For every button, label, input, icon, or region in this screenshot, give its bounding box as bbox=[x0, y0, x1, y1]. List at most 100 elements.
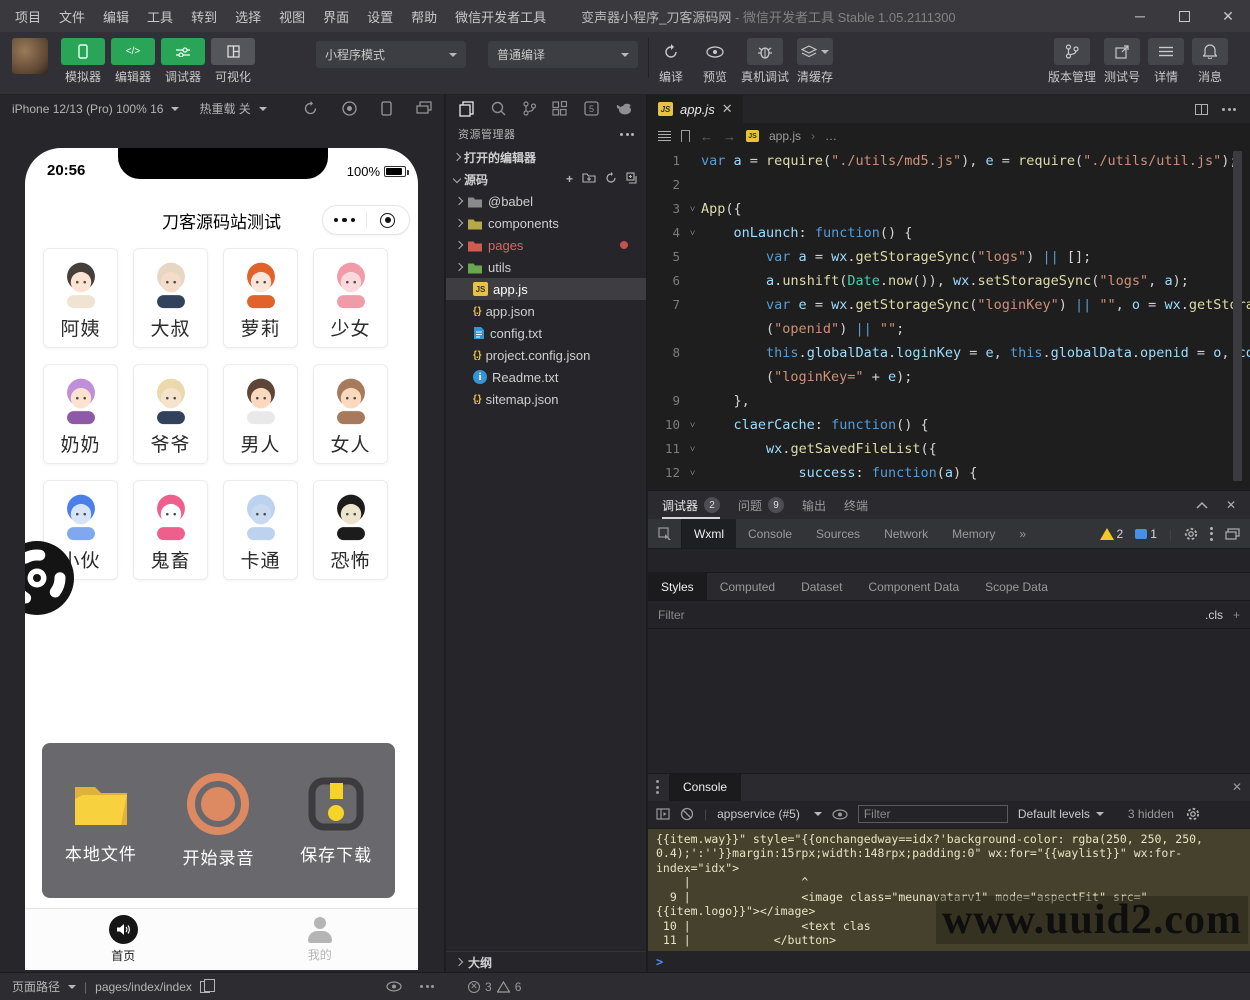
styles-tab-computed[interactable]: Computed bbox=[707, 573, 788, 600]
menu-item-3[interactable]: 工具 bbox=[138, 7, 182, 26]
console-output[interactable]: {{item.way}}" style="{{onchangedway==idx… bbox=[648, 828, 1250, 973]
voice-card-3[interactable]: 少女 bbox=[313, 248, 388, 348]
split-editor-icon[interactable] bbox=[1195, 103, 1208, 115]
voice-card-6[interactable]: 男人 bbox=[223, 364, 298, 464]
debug-tab-1[interactable]: 问题 9 bbox=[738, 491, 785, 519]
tree-item-readme-txt[interactable]: i Readme.txt bbox=[446, 366, 646, 388]
breadcrumb-file[interactable]: app.js bbox=[769, 129, 801, 143]
close-panel-icon[interactable]: ✕ bbox=[1226, 498, 1236, 512]
tree-item-config-txt[interactable]: config.txt bbox=[446, 322, 646, 344]
devtools-tab-memory[interactable]: Memory bbox=[940, 519, 1007, 548]
console-filter-input[interactable]: Filter bbox=[857, 805, 1008, 823]
more-tabs[interactable]: » bbox=[1007, 519, 1038, 548]
styles-tab-styles[interactable]: Styles bbox=[648, 573, 707, 600]
files-activity-icon[interactable] bbox=[459, 100, 474, 117]
warning-count[interactable]: 2 bbox=[1099, 527, 1123, 541]
console-prompt[interactable]: > bbox=[648, 951, 1250, 973]
voice-card-9[interactable]: 鬼畜 bbox=[133, 480, 208, 580]
extensions-activity-icon[interactable] bbox=[552, 101, 568, 116]
voice-card-2[interactable]: 萝莉 bbox=[223, 248, 298, 348]
console-settings-icon[interactable] bbox=[1186, 807, 1200, 821]
add-style-icon[interactable]: + bbox=[1233, 608, 1240, 622]
styles-tab-dataset[interactable]: Dataset bbox=[788, 573, 855, 600]
tree-item--babel[interactable]: @babel bbox=[446, 190, 646, 212]
source-section[interactable]: 源码 + bbox=[446, 168, 646, 190]
device-debug-button[interactable]: 真机调试 bbox=[741, 38, 789, 85]
preview-button[interactable]: 预览 bbox=[697, 38, 733, 85]
tree-item-app-json[interactable]: {.} app.json bbox=[446, 300, 646, 322]
dock-icon[interactable] bbox=[1225, 527, 1240, 540]
compile-button[interactable]: 编译 bbox=[653, 38, 689, 85]
s5-activity-icon[interactable]: 5 bbox=[584, 101, 599, 116]
voice-card-0[interactable]: 阿姨 bbox=[43, 248, 118, 348]
miniapp-tab-home[interactable]: 首页 bbox=[25, 909, 222, 970]
voice-card-11[interactable]: 恐怖 bbox=[313, 480, 388, 580]
breadcrumb-more[interactable]: … bbox=[825, 129, 837, 143]
clear-console-icon[interactable] bbox=[680, 807, 694, 821]
voice-card-7[interactable]: 女人 bbox=[313, 364, 388, 464]
tree-item-components[interactable]: components bbox=[446, 212, 646, 234]
hot-reload-toggle[interactable]: 热重载 关 bbox=[199, 100, 250, 117]
maximize-button[interactable] bbox=[1162, 0, 1206, 32]
console-eye-icon[interactable] bbox=[832, 808, 848, 820]
teapot-activity-icon[interactable] bbox=[616, 102, 633, 115]
close-drawer-icon[interactable]: ✕ bbox=[1232, 780, 1242, 794]
menu-item-10[interactable]: 微信开发者工具 bbox=[446, 7, 555, 26]
statusbar-more-icon[interactable] bbox=[420, 981, 434, 992]
devtools-tab-console[interactable]: Console bbox=[736, 519, 804, 548]
styles-tab-component-data[interactable]: Component Data bbox=[855, 573, 972, 600]
fold-icon[interactable]: ˅ bbox=[684, 221, 701, 245]
styles-tab-scope-data[interactable]: Scope Data bbox=[972, 573, 1061, 600]
statusbar-eye-icon[interactable] bbox=[386, 981, 402, 992]
menu-item-8[interactable]: 设置 bbox=[358, 7, 402, 26]
code-editor[interactable]: 1 var a = require("./utils/md5.js"), e = … bbox=[648, 149, 1250, 490]
mode-select[interactable]: 小程序模式 bbox=[316, 41, 466, 68]
forward-icon[interactable]: → bbox=[723, 129, 736, 144]
test-account-button[interactable]: 测试号 bbox=[1103, 38, 1140, 85]
editor-scrollbar[interactable] bbox=[1233, 151, 1242, 481]
action-local-files[interactable]: 本地文件 bbox=[65, 777, 137, 865]
details-button[interactable]: 详情 bbox=[1148, 38, 1184, 85]
styles-filter-input[interactable]: Filter bbox=[658, 608, 685, 622]
inspect-icon[interactable] bbox=[648, 519, 682, 548]
action-save-download[interactable]: 保存下载 bbox=[300, 776, 372, 866]
messages-button[interactable]: 消息 bbox=[1192, 38, 1228, 85]
console-sidebar-icon[interactable] bbox=[656, 808, 670, 820]
music-disc-icon[interactable] bbox=[25, 540, 75, 616]
debug-tab-2[interactable]: 输出 bbox=[802, 491, 826, 519]
miniapp-tab-mine[interactable]: 我的 bbox=[222, 909, 419, 970]
tree-item-pages[interactable]: pages bbox=[446, 234, 646, 256]
page-path-value[interactable]: pages/index/index bbox=[95, 980, 192, 994]
flag-count[interactable]: 1 bbox=[1135, 527, 1157, 541]
editor-button[interactable]: </> 编辑器 bbox=[111, 38, 155, 85]
simulator-button[interactable]: 模拟器 bbox=[61, 38, 105, 85]
menu-item-7[interactable]: 界面 bbox=[314, 7, 358, 26]
debug-tab-3[interactable]: 终端 bbox=[844, 491, 868, 519]
editor-more-icon[interactable] bbox=[1222, 107, 1236, 111]
new-file-icon[interactable]: + bbox=[566, 172, 573, 186]
close-miniapp-button[interactable] bbox=[367, 212, 410, 228]
menu-item-0[interactable]: 项目 bbox=[6, 7, 50, 26]
search-activity-icon[interactable] bbox=[491, 101, 506, 116]
user-avatar[interactable] bbox=[12, 38, 48, 74]
bookmark-icon[interactable] bbox=[681, 130, 690, 142]
close-button[interactable]: ✕ bbox=[1206, 0, 1250, 32]
fold-icon[interactable]: ˅ bbox=[684, 437, 701, 461]
open-editors-section[interactable]: 打开的编辑器 bbox=[446, 146, 646, 168]
menu-item-9[interactable]: 帮助 bbox=[402, 7, 446, 26]
tree-item-app-js[interactable]: JS app.js bbox=[446, 278, 646, 300]
action-start-record[interactable]: 开始录音 bbox=[182, 772, 254, 869]
device-select[interactable]: iPhone 12/13 (Pro) 100% 16 bbox=[12, 102, 163, 116]
close-tab-icon[interactable]: ✕ bbox=[722, 101, 733, 117]
voice-card-4[interactable]: 奶奶 bbox=[43, 364, 118, 464]
fold-icon[interactable]: ˅ bbox=[684, 413, 701, 437]
devtools-more-icon[interactable] bbox=[1210, 526, 1213, 541]
fold-icon[interactable]: ˅ bbox=[684, 197, 701, 221]
drawer-handle-icon[interactable] bbox=[656, 780, 659, 794]
list-icon[interactable] bbox=[658, 131, 671, 141]
voice-card-1[interactable]: 大叔 bbox=[133, 248, 208, 348]
version-manage-button[interactable]: 版本管理 bbox=[1048, 38, 1096, 85]
devtools-tab-wxml[interactable]: Wxml bbox=[682, 519, 736, 548]
menu-item-2[interactable]: 编辑 bbox=[94, 7, 138, 26]
menu-item-6[interactable]: 视图 bbox=[270, 7, 314, 26]
